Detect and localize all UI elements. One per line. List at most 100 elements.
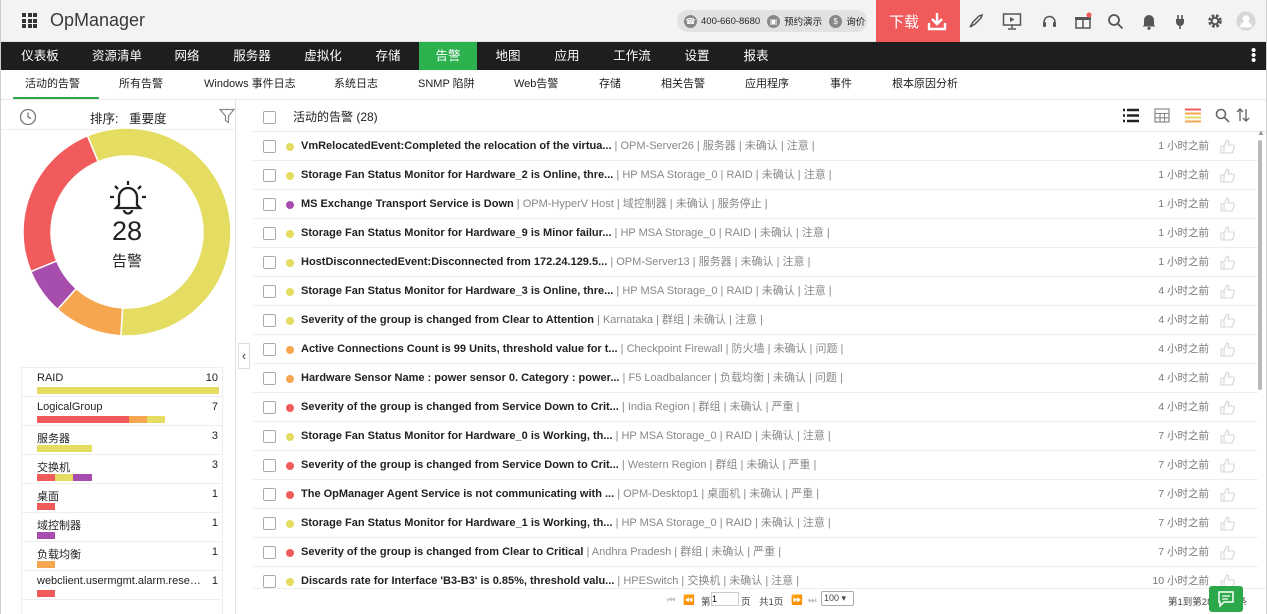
prev-page-icon[interactable]: ⏪ (683, 595, 695, 606)
alarm-title[interactable]: Severity of the group is changed from Se… (301, 401, 619, 413)
row-checkbox[interactable] (263, 430, 276, 443)
alarm-message[interactable]: Storage Fan Status Monitor for Hardware_… (301, 277, 1101, 306)
row-checkbox[interactable] (263, 372, 276, 385)
alarm-message[interactable]: VmRelocatedEvent:Completed the relocatio… (301, 132, 1101, 161)
chat-button[interactable] (1209, 586, 1243, 612)
row-checkbox[interactable] (263, 488, 276, 501)
sort-order-icon[interactable] (1236, 107, 1250, 123)
search-icon[interactable] (1105, 11, 1125, 31)
category-row-raid[interactable]: RAID 10 (22, 368, 222, 397)
alarm-row[interactable]: Storage Fan Status Monitor for Hardware_… (253, 509, 1258, 538)
alarm-message[interactable]: Storage Fan Status Monitor for Hardware_… (301, 219, 1101, 248)
alarm-message[interactable]: Severity of the group is changed from Se… (301, 393, 1101, 422)
row-checkbox[interactable] (263, 285, 276, 298)
alarm-title[interactable]: Hardware Sensor Name : power sensor 0. C… (301, 372, 620, 384)
tab-syslog[interactable]: 系统日志 (334, 70, 378, 99)
filter-icon[interactable] (219, 108, 235, 124)
row-checkbox[interactable] (263, 401, 276, 414)
user-avatar-icon[interactable] (1236, 11, 1256, 31)
clock-icon[interactable] (19, 108, 37, 126)
alarm-message[interactable]: Storage Fan Status Monitor for Hardware_… (301, 509, 1101, 538)
support-headset-icon[interactable] (1039, 11, 1059, 31)
tab-events[interactable]: 事件 (830, 70, 852, 99)
category-row-domain-controllers[interactable]: 域控制器 1 (22, 513, 222, 542)
category-row-servers[interactable]: 服务器 3 (22, 426, 222, 455)
row-checkbox[interactable] (263, 140, 276, 153)
row-checkbox[interactable] (263, 256, 276, 269)
alarm-title[interactable]: Severity of the group is changed from Cl… (301, 314, 594, 326)
row-checkbox[interactable] (263, 459, 276, 472)
alarm-title[interactable]: MS Exchange Transport Service is Down (301, 198, 514, 210)
alarm-message[interactable]: Severity of the group is changed from Se… (301, 451, 1101, 480)
alarm-message[interactable]: Storage Fan Status Monitor for Hardware_… (301, 161, 1101, 190)
category-row-desktops[interactable]: 桌面 1 (22, 484, 222, 513)
row-checkbox[interactable] (263, 227, 276, 240)
alarm-row[interactable]: Active Connections Count is 99 Units, th… (253, 335, 1258, 364)
search-alarms-icon[interactable] (1215, 108, 1230, 123)
alarm-row[interactable]: Storage Fan Status Monitor for Hardware_… (253, 161, 1258, 190)
tab-all-alarms[interactable]: 所有告警 (119, 70, 163, 99)
acknowledge-thumb-icon[interactable] (1219, 515, 1236, 532)
alarm-title[interactable]: Storage Fan Status Monitor for Hardware_… (301, 517, 613, 529)
alarm-row[interactable]: MS Exchange Transport Service is Down | … (253, 190, 1258, 219)
alarm-row[interactable]: The OpManager Agent Service is not commu… (253, 480, 1258, 509)
alarm-title[interactable]: Storage Fan Status Monitor for Hardware_… (301, 227, 612, 239)
first-page-icon[interactable]: ⏮ (667, 595, 676, 606)
row-checkbox[interactable] (263, 343, 276, 356)
alarm-title[interactable]: Active Connections Count is 99 Units, th… (301, 343, 618, 355)
page-input[interactable] (711, 592, 739, 606)
alarm-title[interactable]: The OpManager Agent Service is not commu… (301, 488, 614, 500)
phone-number[interactable]: 400-660-8680 (701, 16, 760, 27)
nav-reports[interactable]: 报表 (734, 42, 778, 70)
acknowledge-thumb-icon[interactable] (1219, 312, 1236, 329)
nav-workflow[interactable]: 工作流 (604, 42, 660, 70)
segment-attention[interactable] (86, 128, 231, 336)
alarm-row[interactable]: Severity of the group is changed from Se… (253, 393, 1258, 422)
more-menu-icon[interactable]: • • • (1251, 43, 1256, 68)
quote-link[interactable]: 询价 (846, 14, 865, 28)
alarm-row[interactable]: HostDisconnectedEvent:Disconnected from … (253, 248, 1258, 277)
acknowledge-thumb-icon[interactable] (1219, 283, 1236, 300)
alarm-message[interactable]: Severity of the group is changed from Cl… (301, 306, 1101, 335)
severity-view-icon[interactable] (1184, 108, 1202, 123)
acknowledge-thumb-icon[interactable] (1219, 399, 1236, 416)
acknowledge-thumb-icon[interactable] (1219, 225, 1236, 242)
acknowledge-thumb-icon[interactable] (1219, 196, 1236, 213)
app-grid-icon[interactable] (22, 13, 37, 28)
tab-storage-alarms[interactable]: 存储 (599, 70, 621, 99)
settings-gear-icon[interactable] (1205, 11, 1225, 31)
alarm-title[interactable]: Storage Fan Status Monitor for Hardware_… (301, 285, 613, 297)
select-all-checkbox[interactable] (263, 111, 276, 124)
category-row-switches[interactable]: 交换机 3 (22, 455, 222, 484)
rocket-icon[interactable] (965, 11, 985, 31)
acknowledge-thumb-icon[interactable] (1219, 544, 1236, 561)
nav-inventory[interactable]: 资源清单 (84, 42, 150, 70)
alarm-row[interactable]: Severity of the group is changed from Cl… (253, 538, 1258, 567)
row-checkbox[interactable] (263, 198, 276, 211)
sort-value[interactable]: 重要度 (129, 108, 167, 127)
grid-view-icon[interactable] (1154, 108, 1170, 123)
nav-maps[interactable]: 地图 (486, 42, 530, 70)
tab-snmp-traps[interactable]: SNMP 陷阱 (418, 70, 475, 99)
nav-servers[interactable]: 服务器 (224, 42, 280, 70)
alarm-row[interactable]: Storage Fan Status Monitor for Hardware_… (253, 422, 1258, 451)
plug-icon[interactable] (1171, 11, 1191, 31)
alarm-row[interactable]: Storage Fan Status Monitor for Hardware_… (253, 277, 1258, 306)
list-view-icon[interactable] (1122, 108, 1140, 123)
notification-bell-icon[interactable] (1139, 11, 1159, 31)
gift-icon[interactable] (1073, 11, 1093, 31)
acknowledge-thumb-icon[interactable] (1219, 341, 1236, 358)
alarm-row[interactable]: Hardware Sensor Name : power sensor 0. C… (253, 364, 1258, 393)
alarm-row[interactable]: VmRelocatedEvent:Completed the relocatio… (253, 132, 1258, 161)
alarm-title[interactable]: VmRelocatedEvent:Completed the relocatio… (301, 140, 612, 152)
nav-network[interactable]: 网络 (167, 42, 207, 70)
tab-windows-events[interactable]: Windows 事件日志 (204, 70, 296, 99)
tab-root-cause[interactable]: 根本原因分析 (892, 70, 958, 99)
acknowledge-thumb-icon[interactable] (1219, 457, 1236, 474)
row-checkbox[interactable] (263, 546, 276, 559)
row-checkbox[interactable] (263, 517, 276, 530)
tab-active-alarms[interactable]: 活动的告警 (13, 70, 99, 99)
nav-dashboard[interactable]: 仪表板 (12, 42, 68, 70)
collapse-panel-button[interactable]: ‹ (238, 343, 250, 369)
nav-apps[interactable]: 应用 (545, 42, 589, 70)
